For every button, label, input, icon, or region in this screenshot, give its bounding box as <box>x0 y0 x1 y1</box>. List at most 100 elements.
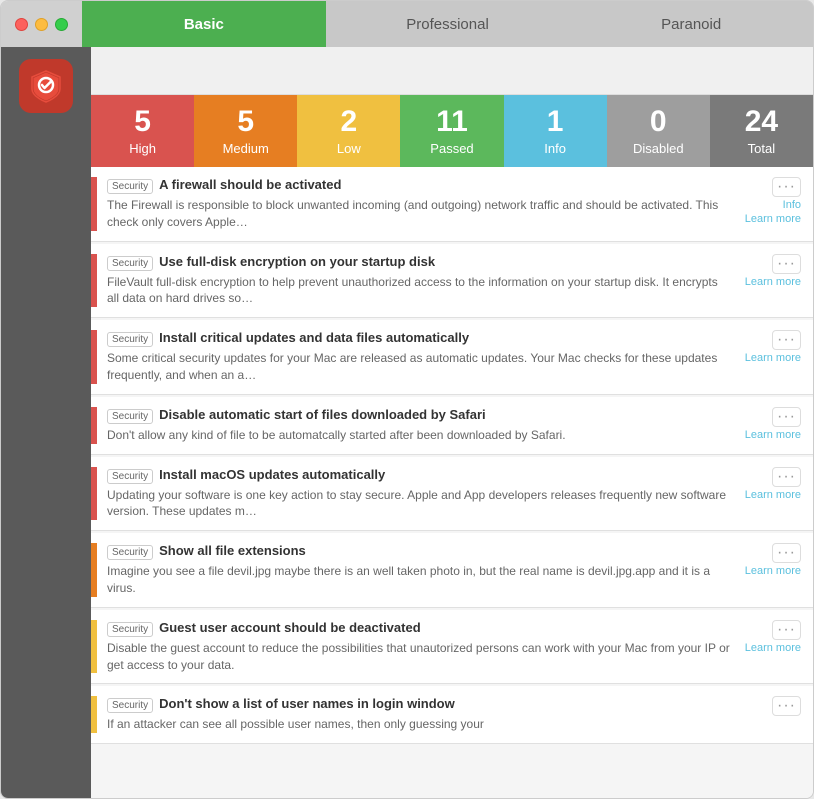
item-body: Security Show all file extensions Imagin… <box>107 543 731 597</box>
item-description: If an attacker can see all possible user… <box>107 716 731 733</box>
item-actions: ··· Learn more <box>731 407 801 441</box>
item-actions-inner: ··· Learn more <box>745 407 801 441</box>
minimize-button[interactable] <box>35 18 48 31</box>
item-title: Use full-disk encryption on your startup… <box>159 254 435 269</box>
item-menu-button[interactable]: ··· <box>772 696 801 716</box>
item-badge: Security <box>107 469 153 484</box>
learn-more-link[interactable]: Learn more <box>745 352 801 364</box>
severity-bar <box>91 543 97 597</box>
learn-more-link[interactable]: Learn more <box>745 213 801 225</box>
title-bar: BasicProfessionalParanoid <box>1 1 813 47</box>
item-body: Security A firewall should be activated … <box>107 177 731 231</box>
list-item: Security Disable automatic start of file… <box>91 397 813 455</box>
item-title: Install critical updates and data files … <box>159 330 469 345</box>
list-item: Security Don't show a list of user names… <box>91 686 813 744</box>
stat-total[interactable]: 24 Total <box>710 95 813 167</box>
item-body: Security Install macOS updates automatic… <box>107 467 731 521</box>
app-logo <box>19 59 73 113</box>
stat-passed[interactable]: 11 Passed <box>400 95 503 167</box>
stat-label-high: High <box>129 141 156 156</box>
stat-number-low: 2 <box>341 107 358 137</box>
severity-bar <box>91 467 97 521</box>
stat-info[interactable]: 1 Info <box>504 95 607 167</box>
item-actions-inner: ··· <box>772 696 801 716</box>
item-badge: Security <box>107 545 153 560</box>
severity-bar <box>91 620 97 674</box>
item-menu-button[interactable]: ··· <box>772 543 801 563</box>
item-body: Security Install critical updates and da… <box>107 330 731 384</box>
maximize-button[interactable] <box>55 18 68 31</box>
list-item: Security A firewall should be activated … <box>91 167 813 242</box>
severity-bar <box>91 330 97 384</box>
stat-label-disabled: Disabled <box>633 141 684 156</box>
item-description: Don't allow any kind of file to be autom… <box>107 427 731 444</box>
tabs: BasicProfessionalParanoid <box>82 1 813 47</box>
item-body: Security Use full-disk encryption on you… <box>107 254 731 308</box>
learn-more-link[interactable]: Learn more <box>745 489 801 501</box>
stat-number-total: 24 <box>745 107 778 137</box>
item-actions-inner: ··· Learn more <box>745 330 801 364</box>
stat-low[interactable]: 2 Low <box>297 95 400 167</box>
list-item: Security Guest user account should be de… <box>91 610 813 685</box>
tab-basic[interactable]: Basic <box>82 1 326 47</box>
item-description: The Firewall is responsible to block unw… <box>107 197 731 231</box>
item-body: Security Guest user account should be de… <box>107 620 731 674</box>
item-menu-button[interactable]: ··· <box>772 467 801 487</box>
list-item: Security Install macOS updates automatic… <box>91 457 813 532</box>
item-actions-inner: ··· Info Learn more <box>745 177 801 225</box>
item-menu-button[interactable]: ··· <box>772 330 801 350</box>
learn-more-link[interactable]: Learn more <box>745 565 801 577</box>
stat-label-passed: Passed <box>430 141 473 156</box>
tab-paranoid[interactable]: Paranoid <box>569 1 813 47</box>
item-title-row: Security Use full-disk encryption on you… <box>107 254 731 271</box>
main-window: BasicProfessionalParanoid <box>0 0 814 799</box>
stat-disabled[interactable]: 0 Disabled <box>607 95 710 167</box>
item-menu-button[interactable]: ··· <box>772 620 801 640</box>
item-actions: ··· Info Learn more <box>731 177 801 225</box>
item-actions: ··· Learn more <box>731 254 801 288</box>
shield-icon <box>28 68 64 104</box>
sidebar <box>1 47 91 798</box>
item-badge: Security <box>107 179 153 194</box>
tab-professional[interactable]: Professional <box>326 1 570 47</box>
item-badge: Security <box>107 622 153 637</box>
severity-bar <box>91 696 97 733</box>
list-item: Security Show all file extensions Imagin… <box>91 533 813 608</box>
item-title-row: Security Show all file extensions <box>107 543 731 560</box>
list-item: Security Install critical updates and da… <box>91 320 813 395</box>
stat-label-low: Low <box>337 141 361 156</box>
item-actions: ··· Learn more <box>731 467 801 501</box>
close-button[interactable] <box>15 18 28 31</box>
item-title: Install macOS updates automatically <box>159 467 385 482</box>
learn-more-link[interactable]: Learn more <box>745 429 801 441</box>
content-area: 5 High 5 Medium 2 Low 11 Passed 1 Info 0… <box>91 47 813 798</box>
item-actions-inner: ··· Learn more <box>745 254 801 288</box>
settings-button[interactable] <box>26 742 66 782</box>
stat-label-medium: Medium <box>223 141 269 156</box>
item-title-row: Security Don't show a list of user names… <box>107 696 731 713</box>
window-controls <box>1 1 82 47</box>
item-title: Guest user account should be deactivated <box>159 620 421 635</box>
item-menu-button[interactable]: ··· <box>772 254 801 274</box>
stat-medium[interactable]: 5 Medium <box>194 95 297 167</box>
item-menu-button[interactable]: ··· <box>772 177 801 197</box>
learn-more-link[interactable]: Learn more <box>745 276 801 288</box>
item-description: Imagine you see a file devil.jpg maybe t… <box>107 563 731 597</box>
list-item: Security Use full-disk encryption on you… <box>91 244 813 319</box>
stat-high[interactable]: 5 High <box>91 95 194 167</box>
stat-number-medium: 5 <box>237 107 254 137</box>
item-title: A firewall should be activated <box>159 177 341 192</box>
learn-more-link[interactable]: Learn more <box>745 642 801 654</box>
item-description: Some critical security updates for your … <box>107 350 731 384</box>
item-actions-inner: ··· Learn more <box>745 620 801 654</box>
item-title-row: Security Install critical updates and da… <box>107 330 731 347</box>
item-title: Don't show a list of user names in login… <box>159 696 455 711</box>
item-title-row: Security A firewall should be activated <box>107 177 731 194</box>
stat-number-passed: 11 <box>436 107 468 137</box>
item-actions: ··· Learn more <box>731 620 801 654</box>
item-actions-inner: ··· Learn more <box>745 467 801 501</box>
item-badge: Security <box>107 256 153 271</box>
item-menu-button[interactable]: ··· <box>772 407 801 427</box>
stat-number-disabled: 0 <box>650 107 667 137</box>
item-tag: Info <box>783 199 801 211</box>
